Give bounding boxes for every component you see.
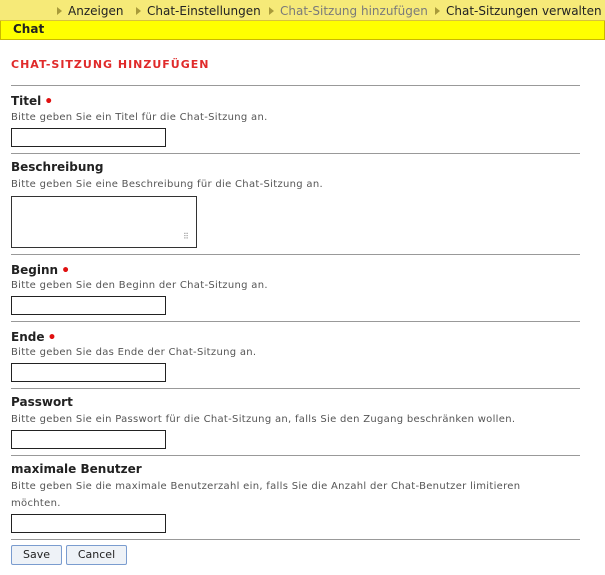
nav-item-chat-sitzungen-verwalten[interactable]: Chat-Sitzungen verwalten [435,0,602,20]
section-bar: Chat [0,21,605,40]
field-label-passwort: Passwort [11,395,73,409]
field-hint-passwort: Bitte geben Sie ein Passwort für die Cha… [11,414,516,425]
arrow-right-icon [435,7,440,15]
divider [11,85,580,86]
nav-item-chat-sitzung-hinzufuegen[interactable]: Chat-Sitzung hinzufügen [269,0,428,20]
label-text: maximale Benutzer [11,462,142,476]
nav-item-label: Chat-Sitzung hinzufügen [280,4,428,18]
titel-input[interactable] [11,128,166,147]
nav-item-anzeigen[interactable]: Anzeigen [57,0,123,20]
field-label-maximale-benutzer: maximale Benutzer [11,462,142,476]
page-title: CHAT-SITZUNG HINZUFÜGEN [11,58,210,71]
top-navigation: Anzeigen Chat-Einstellungen Chat-Sitzung… [0,0,605,21]
label-text: Beginn [11,263,59,277]
beginn-input[interactable] [11,296,166,315]
resize-grip-icon[interactable]: ⠿ [183,232,193,242]
arrow-right-icon [136,7,141,15]
passwort-input[interactable] [11,430,166,449]
field-hint-maximale-benutzer: Bitte geben Sie die maximale Benutzerzah… [11,481,521,509]
cancel-button[interactable]: Cancel [66,545,127,565]
arrow-right-icon [269,7,274,15]
label-text: Passwort [11,395,73,409]
label-text: Titel [11,94,42,108]
nav-item-label: Anzeigen [68,4,124,18]
nav-item-label: Chat-Einstellungen [147,4,261,18]
maximale-benutzer-input[interactable] [11,514,166,533]
field-label-ende: Ende • [11,329,56,346]
nav-item-label: Chat-Sitzungen verwalten [446,4,602,18]
divider [11,321,580,322]
label-text: Beschreibung [11,160,104,174]
divider [11,539,580,540]
divider [11,388,580,389]
ende-input[interactable] [11,363,166,382]
divider [11,254,580,255]
section-title: Chat [13,22,45,36]
field-label-beschreibung: Beschreibung [11,160,104,174]
label-text: Ende [11,330,45,344]
nav-item-chat-einstellungen[interactable]: Chat-Einstellungen [136,0,261,20]
save-button[interactable]: Save [11,545,62,565]
field-hint-beschreibung: Bitte geben Sie eine Beschreibung für di… [11,179,323,190]
field-hint-ende: Bitte geben Sie das Ende der Chat-Sitzun… [11,347,257,358]
required-marker: • [44,94,54,110]
field-hint-beginn: Bitte geben Sie den Beginn der Chat-Sitz… [11,280,268,291]
divider [11,153,580,154]
field-hint-titel: Bitte geben Sie ein Titel für die Chat-S… [11,112,268,123]
arrow-right-icon [57,7,62,15]
beschreibung-textarea[interactable] [11,196,197,248]
divider [11,455,580,456]
field-label-titel: Titel • [11,93,54,110]
field-label-beginn: Beginn • [11,262,70,279]
